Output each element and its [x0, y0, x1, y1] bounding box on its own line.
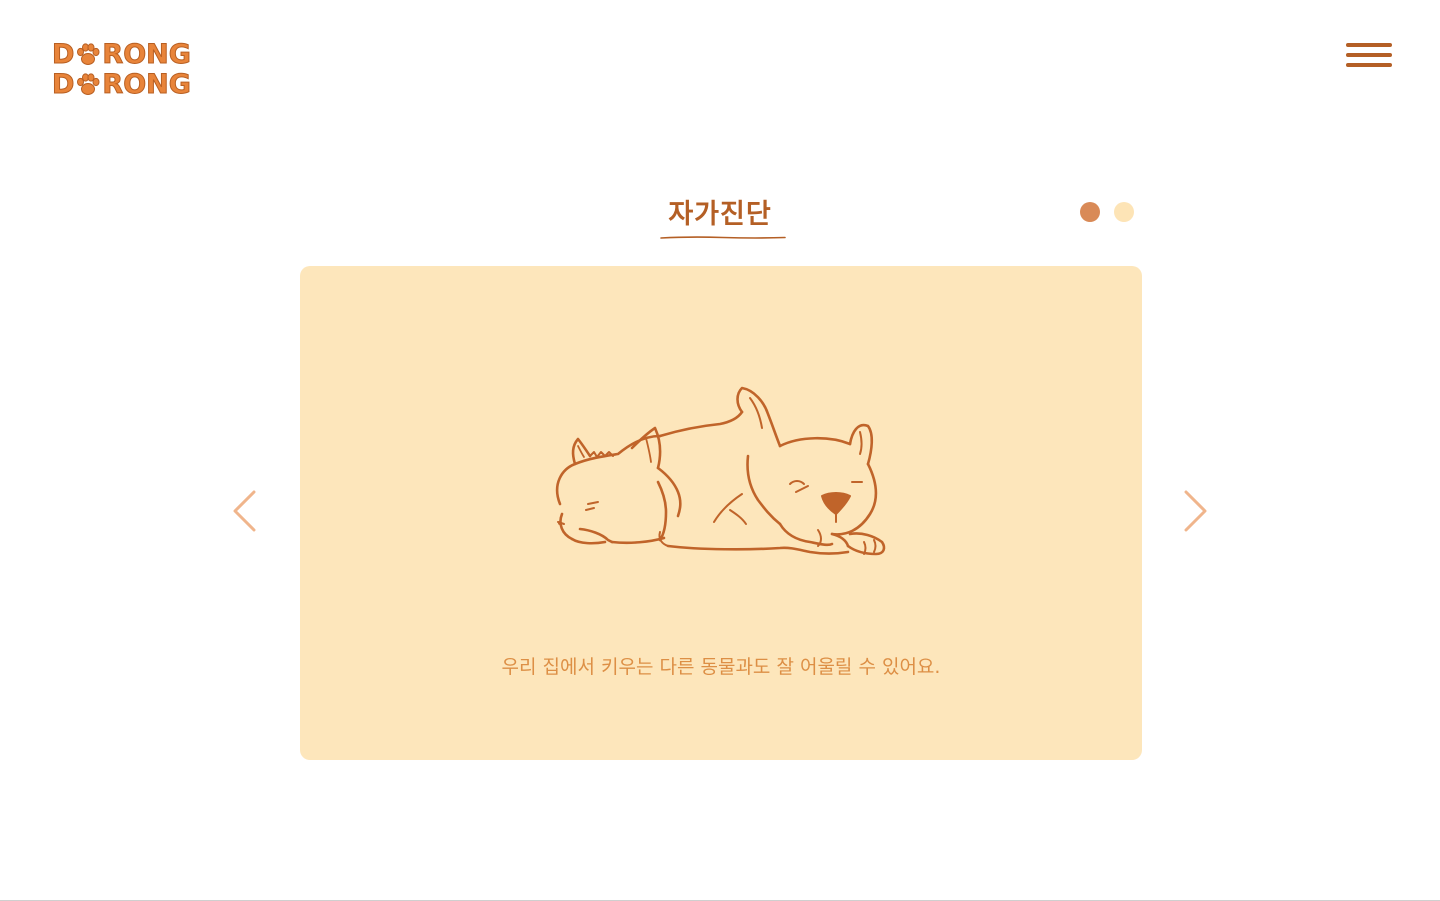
logo-line-1: D RONG: [51, 39, 202, 70]
title-underline: [660, 236, 786, 239]
pagination-dot-1[interactable]: [1080, 202, 1100, 222]
section-title: 자가진단: [668, 199, 772, 230]
hamburger-bar: [1346, 53, 1392, 57]
logo-word: RONG: [102, 69, 192, 100]
paw-icon: [77, 73, 100, 95]
paw-icon: [77, 43, 100, 65]
chevron-right-icon[interactable]: [1180, 488, 1210, 534]
chevron-left-icon[interactable]: [230, 488, 260, 534]
logo-line-2: D RONG: [51, 69, 202, 100]
hamburger-bar: [1346, 63, 1392, 67]
hamburger-bar: [1346, 43, 1392, 47]
slide-card: 우리 집에서 키우는 다른 동물과도 잘 어울릴 수 있어요.: [300, 266, 1142, 760]
page: D RONG D RONG 자가진단 우리 집에서 키우는 다른 동물과도 잘 …: [0, 0, 1440, 901]
logo-letter: D: [51, 69, 75, 100]
slide-caption: 우리 집에서 키우는 다른 동물과도 잘 어울릴 수 있어요.: [501, 656, 941, 678]
sleeping-pets-illustration: [555, 386, 886, 556]
logo-letter: D: [51, 39, 75, 70]
logo-word: RONG: [102, 39, 192, 70]
menu-button[interactable]: [1344, 41, 1394, 71]
logo[interactable]: D RONG D RONG: [51, 39, 202, 102]
pagination-dot-2[interactable]: [1114, 202, 1134, 222]
